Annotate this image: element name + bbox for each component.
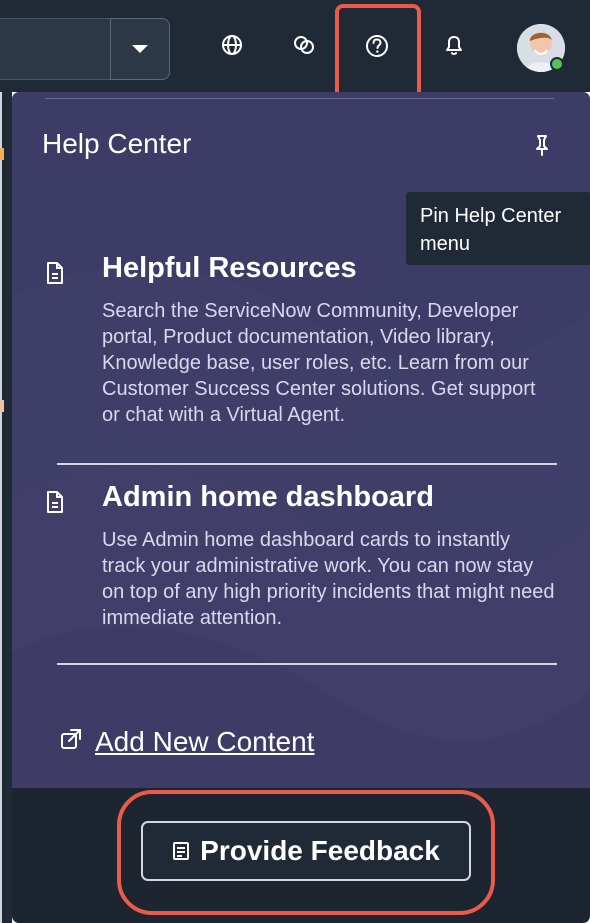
scope-selector[interactable]: [0, 18, 112, 80]
left-edge-line: [0, 92, 2, 923]
header-divider: [45, 98, 554, 99]
notifications-button[interactable]: [439, 30, 469, 60]
scope-dropdown-button[interactable]: [110, 18, 170, 80]
bell-icon: [446, 36, 462, 55]
help-item-admin-home-dashboard[interactable]: Admin home dashboard Use Admin home dash…: [45, 478, 557, 648]
add-new-content-link[interactable]: Add New Content: [95, 725, 314, 759]
help-item-description: Search the ServiceNow Community, Develop…: [102, 300, 536, 426]
left-edge-accent: [0, 148, 4, 160]
chevron-down-icon: [132, 45, 148, 53]
online-status-indicator: [550, 57, 564, 71]
help-center-title: Help Center: [42, 128, 192, 159]
help-item-title: Admin home dashboard: [102, 481, 434, 513]
help-item-description: Use Admin home dashboard cards to instan…: [102, 529, 555, 629]
document-icon: [45, 261, 65, 285]
left-edge-accent: [0, 400, 4, 412]
top-navigation-bar: [0, 0, 590, 92]
add-new-content-row[interactable]: Add New Content: [59, 723, 314, 761]
external-link-icon: [59, 727, 89, 757]
document-icon: [45, 490, 65, 514]
section-divider: [57, 463, 557, 465]
chat-button[interactable]: [289, 30, 319, 60]
globe-icon: [222, 35, 242, 55]
help-item-title: Helpful Resources: [102, 252, 357, 284]
pin-icon: [536, 135, 548, 156]
chat-icon: [294, 36, 314, 54]
screen: { "colors": { "top_bar": "#1f2a36", "pan…: [0, 0, 590, 923]
pin-help-center-button[interactable]: [532, 134, 556, 158]
help-item-helpful-resources[interactable]: Helpful Resources Search the ServiceNow …: [45, 249, 557, 439]
help-center-header: Help Center: [42, 128, 562, 174]
section-divider: [57, 663, 557, 665]
globe-button[interactable]: [217, 30, 247, 60]
provide-feedback-highlight: [117, 790, 495, 915]
